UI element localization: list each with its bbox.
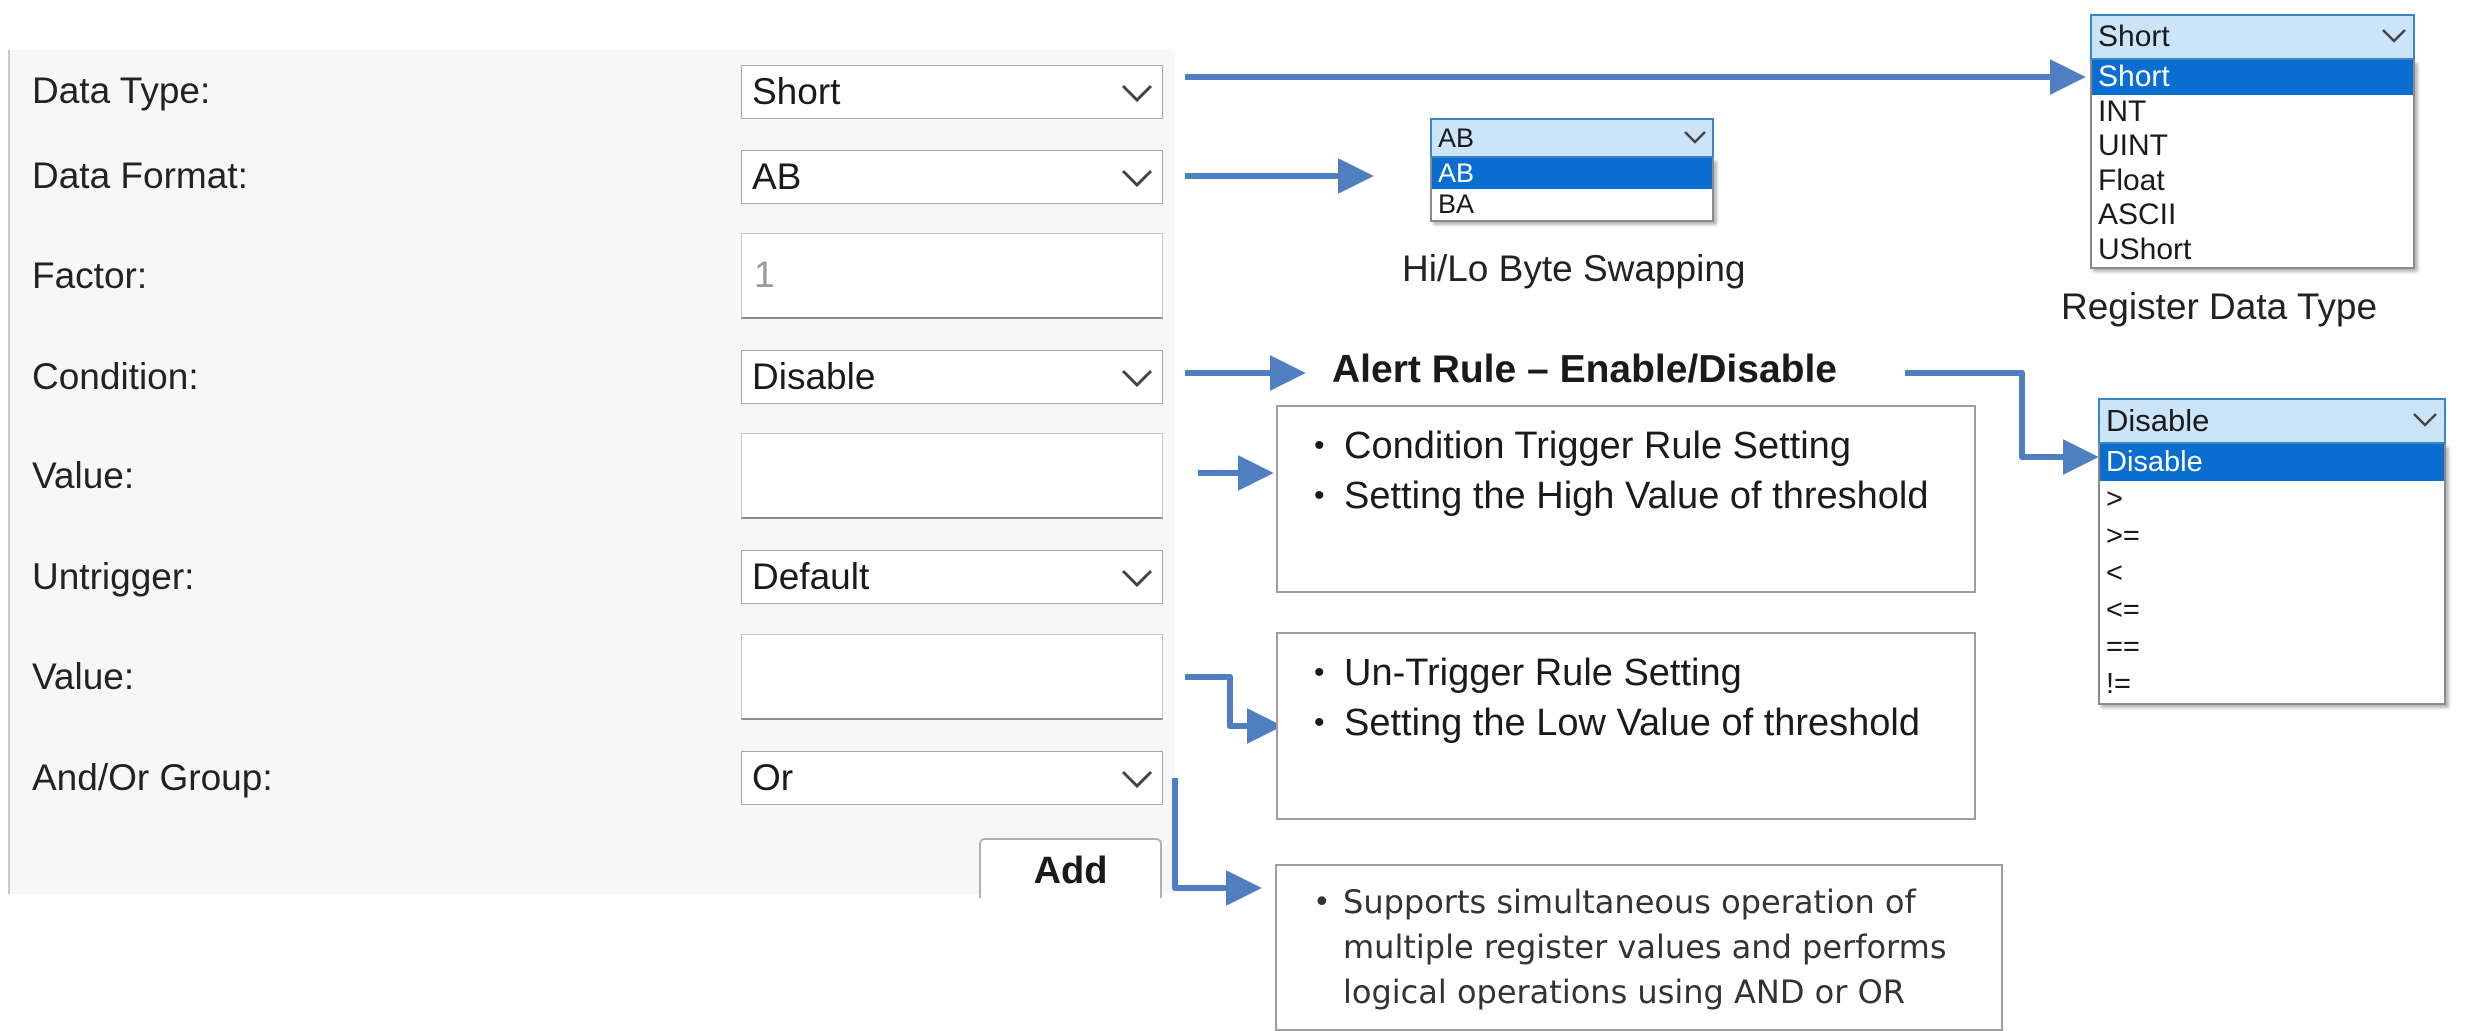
- data-type-dropdown: Short Short INT UINT Float ASCII UShort: [2090, 14, 2415, 269]
- trigger-rule-note: Condition Trigger Rule Setting Setting t…: [1276, 405, 1976, 593]
- data-format-dropdown-list: AB BA: [1430, 158, 1714, 222]
- note-item: Supports simultaneous operation of multi…: [1313, 880, 1979, 1015]
- chevron-down-icon: [1684, 131, 1706, 144]
- condition-dropdown-selected: Disable: [2106, 403, 2210, 438]
- dropdown-option[interactable]: AB: [1432, 158, 1712, 189]
- condition-dropdown-list: Disable > >= < <= == !=: [2098, 444, 2446, 705]
- data-type-dropdown-list: Short INT UINT Float ASCII UShort: [2090, 60, 2415, 269]
- dropdown-option[interactable]: UShort: [2092, 233, 2413, 268]
- data-type-dropdown-header[interactable]: Short: [2090, 14, 2415, 60]
- chevron-down-icon: [2413, 413, 2437, 427]
- dropdown-option[interactable]: <: [2100, 555, 2444, 592]
- byte-swapping-caption: Hi/Lo Byte Swapping: [1402, 248, 1746, 289]
- and-or-group-note: Supports simultaneous operation of multi…: [1275, 864, 2003, 1031]
- data-format-dropdown: AB AB BA: [1430, 118, 1714, 222]
- dropdown-option[interactable]: !=: [2100, 666, 2444, 703]
- condition-dropdown: Disable Disable > >= < <= == !=: [2098, 398, 2446, 705]
- dropdown-option[interactable]: INT: [2092, 95, 2413, 130]
- arrow-right-icon: [1185, 674, 1283, 744]
- chevron-down-icon: [2382, 29, 2406, 43]
- register-data-type-caption: Register Data Type: [2061, 286, 2378, 327]
- note-item: Setting the High Value of threshold: [1314, 471, 1952, 521]
- note-item: Setting the Low Value of threshold: [1314, 698, 1952, 748]
- dropdown-option[interactable]: ASCII: [2092, 198, 2413, 233]
- dropdown-option[interactable]: BA: [1432, 189, 1712, 220]
- dropdown-option[interactable]: UINT: [2092, 129, 2413, 164]
- note-item: Un-Trigger Rule Setting: [1314, 648, 1952, 698]
- dropdown-option[interactable]: >=: [2100, 518, 2444, 555]
- untrigger-rule-note: Un-Trigger Rule Setting Setting the Low …: [1276, 632, 1976, 820]
- dropdown-option[interactable]: Float: [2092, 164, 2413, 199]
- dropdown-option[interactable]: Short: [2092, 60, 2413, 95]
- alert-rule-heading: Alert Rule – Enable/Disable: [1332, 348, 1838, 391]
- dropdown-option[interactable]: <=: [2100, 592, 2444, 629]
- arrow-right-icon: [1172, 778, 1262, 906]
- data-format-dropdown-selected: AB: [1438, 123, 1475, 153]
- dropdown-option[interactable]: >: [2100, 481, 2444, 518]
- condition-dropdown-header[interactable]: Disable: [2098, 398, 2446, 444]
- dropdown-option[interactable]: ==: [2100, 629, 2444, 666]
- data-type-dropdown-selected: Short: [2098, 20, 2170, 53]
- note-item: Condition Trigger Rule Setting: [1314, 421, 1952, 471]
- data-format-dropdown-header[interactable]: AB: [1430, 118, 1714, 158]
- dropdown-option[interactable]: Disable: [2100, 444, 2444, 481]
